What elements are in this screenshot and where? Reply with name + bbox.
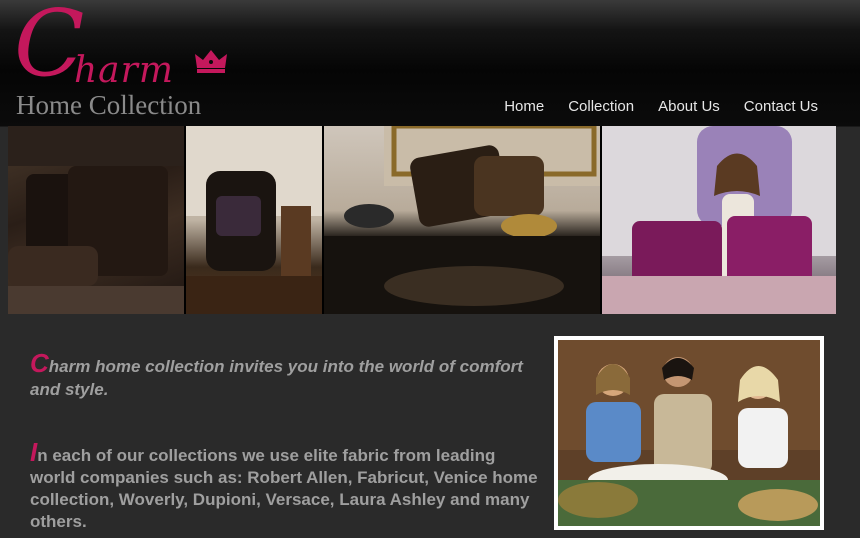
crown-icon — [195, 50, 227, 73]
logo-charm-wordmark: C harm — [14, 0, 244, 91]
team-photo-frame — [554, 336, 824, 530]
body-text: n each of our collections we use elite f… — [30, 446, 538, 531]
logo-subtitle: Home Collection — [16, 90, 202, 120]
nav-about-us[interactable]: About Us — [658, 98, 720, 115]
banner-photo-girl-purple-chair — [601, 126, 836, 314]
intro-drop-cap: C — [30, 348, 49, 378]
site-header: C harm Home Collection Home Collection A… — [0, 0, 860, 127]
nav-collection[interactable]: Collection — [568, 98, 634, 115]
banner-photo-bedding — [8, 126, 184, 314]
team-photo — [558, 340, 820, 526]
collection-description: In each of our collections we use elite … — [30, 439, 540, 533]
intro-text: harm home collection invites you into th… — [30, 357, 523, 399]
banner-photo-masks-pillows — [324, 126, 600, 314]
intro-tagline: Charm home collection invites you into t… — [30, 350, 530, 401]
banner-photo-strip — [8, 126, 836, 314]
nav-home[interactable]: Home — [504, 98, 544, 115]
main-nav: Home Collection About Us Contact Us — [480, 98, 818, 115]
logo-charm-text: harm — [74, 50, 174, 91]
logo[interactable]: C harm Home Collection — [14, 0, 244, 120]
banner-photo-chair — [185, 126, 323, 314]
nav-contact-us[interactable]: Contact Us — [744, 98, 818, 115]
